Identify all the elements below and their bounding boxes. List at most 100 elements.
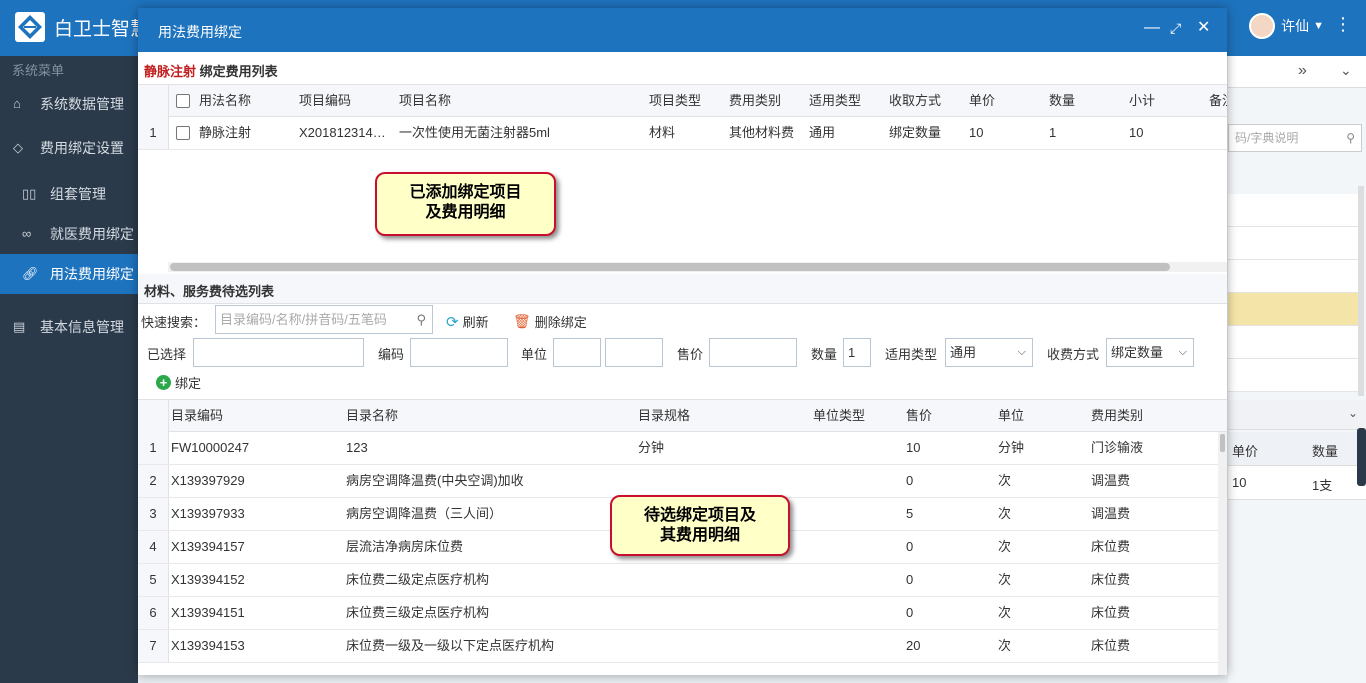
sidebar-item-label: 费用绑定设置	[40, 140, 124, 156]
column-header[interactable]: 单位类型	[813, 400, 898, 432]
user-menu[interactable]: 许仙 ▼	[1249, 13, 1324, 39]
sidebar-item-medical-fee[interactable]: ∞ 就医费用绑定	[0, 214, 138, 254]
unit-input-2[interactable]	[605, 338, 663, 367]
select-value: 通用	[950, 345, 977, 360]
minimize-icon[interactable]: —	[1144, 19, 1160, 37]
sidebar-item-usage-fee[interactable]: 🔗︎ 用法费用绑定	[0, 254, 138, 294]
table-row[interactable]	[1228, 194, 1360, 227]
table-row[interactable]	[1228, 227, 1360, 260]
column-header[interactable]: 用法名称	[199, 85, 294, 117]
column-header[interactable]: 收取方式	[889, 85, 964, 117]
unit-input-1[interactable]	[553, 338, 601, 367]
search-icon[interactable]: ⚲	[1346, 125, 1355, 151]
cell-unit: 分钟	[998, 440, 1025, 455]
select-all-checkbox[interactable]	[176, 94, 190, 108]
column-header[interactable]: 目录编码	[171, 400, 336, 432]
column-header[interactable]: 备注	[1209, 85, 1227, 117]
column-header[interactable]: 单位	[998, 400, 1083, 432]
row-checkbox[interactable]	[176, 126, 190, 140]
column-header[interactable]: 费用类别	[729, 85, 804, 117]
table-row-selected[interactable]	[1228, 293, 1360, 326]
quantity-label: 数量	[811, 347, 838, 362]
cell-subtotal: 10	[1129, 125, 1144, 140]
cell-catalog-spec: 分钟	[638, 440, 665, 455]
table-row[interactable]: 2 X139397929 病房空调降温费(中央空调)加收 0 次 调温费	[138, 465, 1218, 498]
more-vertical-icon[interactable]: ⋮	[1334, 15, 1352, 33]
column-header[interactable]: 项目编码	[299, 85, 394, 117]
column-header[interactable]: 数量	[1049, 85, 1124, 117]
column-header[interactable]: 小计	[1129, 85, 1204, 117]
refresh-button[interactable]: ⟳ 刷新	[446, 312, 489, 331]
scrollbar-thumb[interactable]	[1220, 434, 1225, 452]
delete-binding-button[interactable]: 🗑︎ 删除绑定	[513, 312, 587, 331]
charge-mode-select[interactable]: 绑定数量 ⌵	[1106, 338, 1194, 367]
scrollbar[interactable]	[1358, 186, 1364, 396]
chevron-down-icon[interactable]: ⌄	[1340, 62, 1352, 79]
close-icon[interactable]: ✕	[1197, 19, 1210, 37]
table-row[interactable]	[1228, 260, 1360, 293]
sidebar: 系统菜单 ⌂ 系统数据管理 ◇ 费用绑定设置 ▯▯ 组套管理 ∞ 就医费用绑定 …	[0, 56, 138, 683]
refresh-label: 刷新	[462, 315, 489, 330]
cell: 1支	[1312, 478, 1333, 493]
column-header[interactable]: 项目名称	[399, 85, 644, 117]
column-header[interactable]: 适用类型	[809, 85, 884, 117]
search-icon[interactable]: ⚲	[416, 306, 426, 333]
table-row[interactable]: 1 静脉注射 X201812314… 一次性使用无菌注射器5ml 材料 其他材料…	[138, 117, 1227, 150]
table-row[interactable]	[1228, 326, 1360, 359]
table-row[interactable]: 1 FW10000247 123 分钟 10 分钟 门诊输液	[138, 432, 1218, 465]
cell-catalog-name: 123	[346, 440, 368, 455]
sidebar-item-basic-info[interactable]: ▤ 基本信息管理	[0, 294, 138, 360]
table-row[interactable]: 7 X139394153 床位费一级及一级以下定点医疗机构 20 次 床位费	[138, 630, 1218, 663]
vertical-scrollbar[interactable]	[1218, 432, 1227, 675]
cell-fee-category: 调温费	[1091, 473, 1131, 488]
cell-unit: 次	[998, 605, 1012, 620]
code-input[interactable]	[410, 338, 508, 367]
column-header[interactable]: 目录名称	[346, 400, 631, 432]
column-header[interactable]: 目录规格	[638, 400, 803, 432]
column-header[interactable]: 费用类别	[1091, 400, 1201, 432]
selected-input[interactable]	[193, 338, 364, 367]
logo-icon	[15, 12, 45, 42]
maximize-icon[interactable]: ⤢	[1170, 19, 1181, 37]
apply-type-select[interactable]: 通用 ⌵	[945, 338, 1033, 367]
dict-search-input[interactable]: 码/字典说明 ⚲	[1228, 124, 1362, 152]
row-number-header	[138, 400, 169, 432]
usage-fee-binding-dialog: 用法费用绑定 — ⤢ ✕ 静脉注射 绑定费用列表 用法名称 项目编码 项目名称 …	[138, 8, 1227, 675]
cell-fee-category: 其他材料费	[729, 125, 795, 140]
cell-item-code: X201812314…	[299, 125, 386, 140]
price-input[interactable]	[709, 338, 797, 367]
scrollbar-thumb[interactable]	[170, 263, 1170, 271]
table-row[interactable]: 6 X139394151 床位费三级定点医疗机构 0 次 床位费	[138, 597, 1218, 630]
table-row[interactable]: 10 1支	[1228, 466, 1366, 500]
sidebar-item-package[interactable]: ▯▯ 组套管理	[0, 174, 138, 214]
chevron-down-icon[interactable]: ⌄	[1348, 406, 1358, 420]
horizontal-scrollbar[interactable]	[168, 262, 1227, 272]
cell-charge-mode: 绑定数量	[889, 125, 942, 140]
row-number: 7	[138, 630, 169, 662]
column-header: 单价	[1232, 444, 1259, 459]
diamond-icon: ◇	[13, 140, 23, 155]
column-header[interactable]: 售价	[906, 400, 991, 432]
table-row[interactable]	[1228, 359, 1360, 392]
cell-fee-category: 床位费	[1091, 638, 1131, 653]
table-row[interactable]: 5 X139394152 床位费二级定点医疗机构 0 次 床位费	[138, 564, 1218, 597]
sidebar-item-label: 用法费用绑定	[50, 266, 134, 282]
bind-button[interactable]: + 绑定	[156, 373, 201, 392]
cell-item-name: 一次性使用无菌注射器5ml	[399, 125, 550, 140]
quick-search-input[interactable]: 目录编码/名称/拼音码/五笔码 ⚲	[215, 305, 433, 334]
quantity-input[interactable]: 1	[843, 338, 871, 367]
section-title: 绑定费用列表	[199, 64, 278, 79]
row-number: 3	[138, 498, 169, 530]
cell-catalog-name: 层流洁净病房床位费	[346, 539, 464, 554]
section-title: 材料、服务费待选列表	[144, 284, 275, 299]
column-header[interactable]: 单价	[969, 85, 1044, 117]
drag-handle[interactable]	[1357, 428, 1366, 486]
cell-catalog-name: 床位费三级定点医疗机构	[346, 605, 490, 620]
sidebar-item-fee-binding[interactable]: ◇ 费用绑定设置	[0, 122, 138, 174]
cell-catalog-name: 床位费一级及一级以下定点医疗机构	[346, 638, 555, 653]
tab-bar: » ⌄	[1228, 56, 1366, 88]
sidebar-item-system-data[interactable]: ⌂ 系统数据管理	[0, 86, 138, 122]
double-chevron-right-icon[interactable]: »	[1298, 62, 1307, 80]
column-header[interactable]: 项目类型	[649, 85, 724, 117]
avatar	[1249, 13, 1276, 39]
